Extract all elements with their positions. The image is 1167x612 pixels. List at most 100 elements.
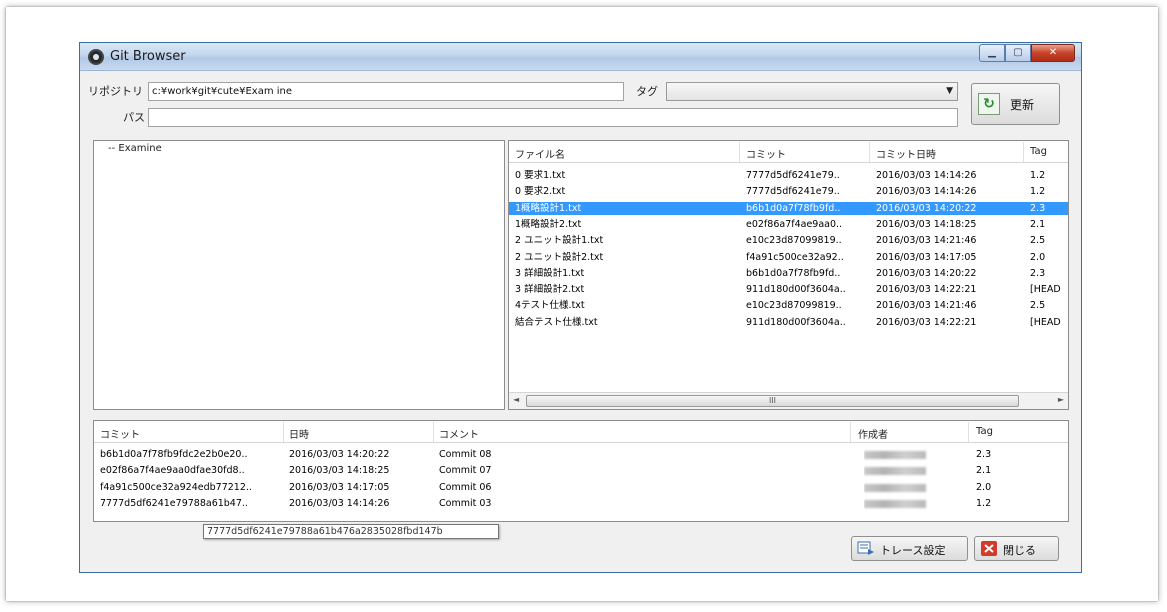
file-tag-cell: [HEAD — [1030, 284, 1061, 296]
commit-date-cell: 2016/03/03 14:17:05 — [289, 481, 390, 493]
file-commit-cell: b6b1d0a7f78fb9fd.. — [746, 267, 841, 279]
maximize-icon[interactable]: ▢ — [1005, 44, 1031, 62]
column-divider[interactable] — [850, 422, 851, 442]
column-divider[interactable] — [1023, 142, 1024, 162]
scroll-left-icon[interactable]: ◄ — [513, 395, 519, 404]
commit-author-blurred — [864, 481, 964, 496]
commit-row[interactable]: b6b1d0a7f78fb9fdc2e2b0e20.. 2016/03/03 14… — [94, 448, 1068, 461]
redacted-author — [864, 499, 926, 508]
trace-settings-icon — [857, 541, 874, 555]
commit-date-cell: 2016/03/03 14:18:25 — [289, 465, 390, 477]
commit-tag-cell: 2.3 — [976, 449, 992, 460]
close-button-label: 閉じる — [1003, 544, 1036, 557]
file-row[interactable]: 1概略設計2.txt e02f86a7f4ae9aa0.. 2016/03/03 1… — [509, 218, 1068, 231]
repository-label: リポジトリ — [88, 85, 143, 98]
file-name-cell: 2 ユニット設計2.txt — [515, 251, 604, 263]
redacted-author — [864, 451, 926, 459]
column-header-tag[interactable]: Tag — [1030, 146, 1047, 157]
commit-row[interactable]: e02f86a7f4ae9aa0dfae30fd8.. 2016/03/03 14… — [94, 464, 1068, 477]
file-tag-cell: 2.5 — [1030, 235, 1046, 247]
column-divider[interactable] — [739, 142, 740, 162]
commit-hash-cell: f4a91c500ce32a924edb77212.. — [100, 481, 252, 493]
redacted-author — [864, 483, 926, 492]
repository-input[interactable]: c:¥work¥git¥cute¥Exam ine — [148, 82, 624, 101]
file-name-cell: 3 詳細設計1.txt — [515, 267, 585, 279]
trace-settings-button[interactable]: トレース設定 — [851, 536, 968, 561]
scroll-right-icon[interactable]: ► — [1058, 395, 1064, 404]
file-commit-cell: 911d180d00f3604a.. — [746, 316, 846, 328]
chevron-down-icon: ▼ — [946, 86, 953, 96]
file-tag-cell: 2.3 — [1030, 267, 1046, 279]
column-header-tag[interactable]: Tag — [976, 426, 993, 437]
commit-comment-cell: Commit 07 — [439, 465, 492, 477]
close-icon[interactable]: ✕ — [1031, 44, 1075, 62]
file-name-cell: 0 要求2.txt — [515, 186, 566, 198]
close-button[interactable]: 閉じる — [974, 536, 1059, 561]
file-row[interactable]: 結合テスト仕様.txt 911d180d00f3604a.. 2016/03/03 … — [509, 316, 1068, 329]
title-bar[interactable]: Git Browser ▁ ▢ ✕ — [80, 43, 1081, 71]
commit-comment-cell: Commit 03 — [439, 497, 492, 509]
commit-list[interactable]: コミット 日時 コメント 作成者 Tag b6b1d0a7f78fb9fdc2e… — [93, 420, 1069, 522]
file-name-cell: 2 ユニット設計1.txt — [515, 235, 604, 247]
commit-row[interactable]: f4a91c500ce32a924edb77212.. 2016/03/03 14… — [94, 481, 1068, 494]
file-name-cell: 4テスト仕様.txt — [515, 300, 585, 312]
file-name-cell: 3 詳細設計2.txt — [515, 284, 585, 296]
column-header-comment[interactable]: コメント — [439, 426, 479, 441]
git-browser-window: Git Browser ▁ ▢ ✕ リポジトリ c:¥work¥git¥cute… — [79, 42, 1082, 573]
file-list-header: ファイル名 コミット コミット日時 Tag — [509, 141, 1068, 163]
column-divider[interactable] — [869, 142, 870, 162]
column-divider[interactable] — [283, 422, 284, 442]
file-commit-cell: 7777d5df6241e79.. — [746, 186, 840, 198]
column-header-commit[interactable]: コミット — [746, 146, 786, 161]
column-divider[interactable] — [433, 422, 434, 442]
commit-author-blurred — [864, 497, 964, 512]
refresh-icon: ↻ — [978, 93, 1000, 115]
file-row[interactable]: 2 ユニット設計1.txt e10c23d87099819.. 2016/03/03… — [509, 234, 1068, 247]
file-tag-cell: 2.0 — [1030, 251, 1046, 263]
horizontal-scrollbar[interactable]: ◄ III ► — [509, 392, 1068, 409]
file-date-cell: 2016/03/03 14:22:21 — [876, 284, 977, 296]
path-input[interactable] — [148, 108, 958, 127]
tree-item-examine[interactable]: -- Examine — [108, 143, 162, 154]
file-row[interactable]: 0 要求1.txt 7777d5df6241e79.. 2016/03/03 14:… — [509, 169, 1068, 182]
file-tag-cell: 2.5 — [1030, 300, 1046, 312]
column-header-commit-date[interactable]: コミット日時 — [876, 146, 936, 161]
file-date-cell: 2016/03/03 14:18:25 — [876, 218, 977, 230]
commit-comment-cell: Commit 06 — [439, 481, 492, 493]
column-header-filename[interactable]: ファイル名 — [515, 146, 565, 161]
file-row[interactable]: 3 詳細設計2.txt 911d180d00f3604a.. 2016/03/03 … — [509, 283, 1068, 296]
file-row[interactable]: 2 ユニット設計2.txt f4a91c500ce32a92.. 2016/03/0… — [509, 251, 1068, 264]
file-date-cell: 2016/03/03 14:22:21 — [876, 316, 977, 328]
column-divider[interactable] — [968, 422, 969, 442]
file-date-cell: 2016/03/03 14:21:46 — [876, 235, 977, 247]
column-header-commit[interactable]: コミット — [100, 426, 140, 441]
file-commit-cell: f4a91c500ce32a92.. — [746, 251, 844, 263]
scrollbar-thumb[interactable]: III — [526, 395, 1019, 407]
commit-hash-cell: e02f86a7f4ae9aa0dfae30fd8.. — [100, 465, 245, 477]
minimize-icon[interactable]: ▁ — [979, 44, 1005, 62]
file-row[interactable]: 1概略設計1.txt b6b1d0a7f78fb9fd.. 2016/03/03 1… — [509, 201, 1068, 215]
tag-label: タグ — [636, 85, 658, 98]
refresh-button[interactable]: ↻ 更新 — [971, 83, 1060, 125]
file-date-cell: 2016/03/03 14:14:26 — [876, 186, 977, 198]
file-row[interactable]: 0 要求2.txt 7777d5df6241e79.. 2016/03/03 14:… — [509, 185, 1068, 198]
column-header-author[interactable]: 作成者 — [858, 426, 888, 441]
commit-row[interactable]: 7777d5df6241e79788a61b47.. 2016/03/03 14:… — [94, 497, 1068, 510]
window-controls: ▁ ▢ ✕ — [979, 44, 1075, 62]
file-commit-cell: 911d180d00f3604a.. — [746, 284, 846, 296]
tag-select[interactable]: ▼ — [666, 82, 958, 101]
redacted-author — [864, 467, 926, 476]
file-date-cell: 2016/03/03 14:14:26 — [876, 170, 977, 181]
file-commit-cell: e10c23d87099819.. — [746, 300, 842, 312]
column-header-date[interactable]: 日時 — [289, 426, 309, 441]
file-name-cell: 0 要求1.txt — [515, 170, 566, 181]
file-row[interactable]: 3 詳細設計1.txt b6b1d0a7f78fb9fd.. 2016/03/03 … — [509, 267, 1068, 280]
file-commit-cell: e02f86a7f4ae9aa0.. — [746, 218, 843, 230]
file-row[interactable]: 4テスト仕様.txt e10c23d87099819.. 2016/03/03 14… — [509, 299, 1068, 312]
commit-tag-cell: 1.2 — [976, 497, 992, 509]
file-name-cell: 1概略設計1.txt — [515, 202, 582, 214]
file-commit-cell: b6b1d0a7f78fb9fd.. — [746, 202, 841, 214]
repository-tree[interactable]: -- Examine — [93, 140, 505, 410]
file-list[interactable]: ファイル名 コミット コミット日時 Tag 0 要求1.txt 7777d5df6… — [508, 140, 1069, 410]
file-tag-cell: 1.2 — [1030, 170, 1046, 181]
